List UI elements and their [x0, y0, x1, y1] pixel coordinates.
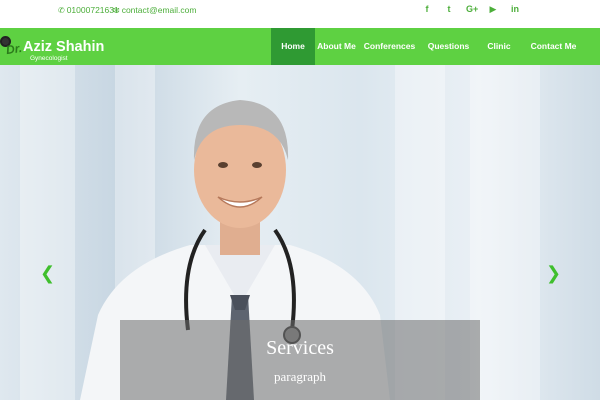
facebook-icon[interactable]: f: [422, 4, 432, 15]
linkedin-icon[interactable]: in: [510, 4, 520, 15]
email-contact[interactable]: ✉ contact@email.com: [113, 5, 196, 15]
top-contact-bar: ✆ 01000721631 ✉ contact@email.com f t G+…: [0, 0, 600, 28]
brand-prefix: Dr.: [5, 40, 23, 58]
envelope-icon: ✉: [113, 5, 120, 15]
nav-item-questions[interactable]: Questions: [421, 28, 476, 65]
youtube-icon[interactable]: ▶: [488, 4, 498, 15]
nav-item-conferences[interactable]: Conferences: [358, 28, 421, 65]
social-links: f t G+ ▶ in: [422, 4, 520, 15]
caption-heading: Services: [266, 337, 334, 359]
nav-item-clinic[interactable]: Clinic: [476, 28, 522, 65]
brand-title: Gynecologist: [30, 55, 68, 62]
nav-menu: Home About Me Conferences Questions Clin…: [271, 28, 585, 65]
brand-name: Aziz Shahin: [23, 39, 105, 55]
nav-item-home[interactable]: Home: [271, 28, 315, 65]
caption-paragraph: paragraph: [274, 369, 326, 384]
next-slide-chevron-icon[interactable]: ❯: [546, 263, 561, 284]
nav-item-about-me[interactable]: About Me: [315, 28, 358, 65]
brand-logo[interactable]: Dr. Aziz Shahin Gynecologist: [0, 28, 110, 65]
prev-slide-chevron-icon[interactable]: ❮: [40, 263, 55, 284]
google-plus-icon[interactable]: G+: [466, 4, 478, 15]
background-window-pane: [470, 65, 540, 400]
nav-item-contact-me[interactable]: Contact Me: [522, 28, 585, 65]
twitter-icon[interactable]: t: [444, 4, 454, 15]
main-navbar: Dr. Aziz Shahin Gynecologist Home About …: [0, 28, 600, 65]
hero-slider: ❮ ❯ Services paragraph: [0, 65, 600, 400]
phone-number: 01000721631: [66, 5, 119, 15]
background-window-pane: [20, 65, 75, 400]
slide-caption: Services paragraph: [120, 320, 480, 400]
phone-contact[interactable]: ✆ 01000721631: [58, 5, 119, 15]
phone-icon: ✆: [58, 5, 65, 15]
email-address: contact@email.com: [121, 5, 197, 15]
